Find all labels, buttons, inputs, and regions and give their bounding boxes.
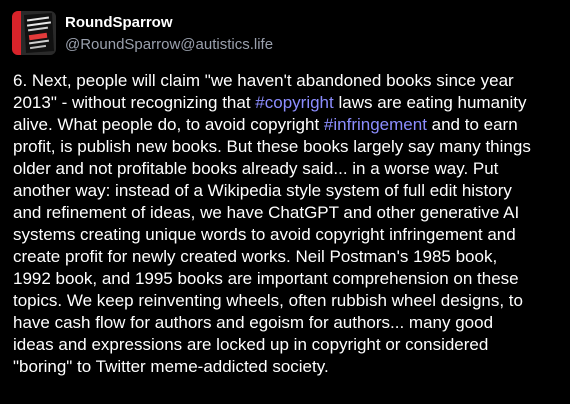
post-text-line: topics. We keep reinventing wheels, ofte… <box>13 290 561 312</box>
book-cover-icon <box>12 11 56 55</box>
post-text-line: profit, is publish new books. But these … <box>13 136 561 158</box>
post-text: older and not profitable books already s… <box>13 159 499 178</box>
post-text: another way: instead of a Wikipedia styl… <box>13 181 512 200</box>
post-text: alive. What people do, to avoid copyrigh… <box>13 115 324 134</box>
post-text-line: 2013" - without recognizing that #copyri… <box>13 92 561 114</box>
post-text: and refinement of ideas, we have ChatGPT… <box>13 203 520 222</box>
post-text: systems creating unique words to avoid c… <box>13 225 516 244</box>
avatar[interactable] <box>12 11 56 55</box>
post-text: and to earn <box>426 115 518 134</box>
post-text: ideas and expressions are locked up in c… <box>13 335 489 354</box>
post-text-line: "boring" to Twitter meme-addicted societ… <box>13 356 561 378</box>
hashtag-link[interactable]: #copyright <box>255 93 333 112</box>
post-text-line: another way: instead of a Wikipedia styl… <box>13 180 561 202</box>
post-text-line: create profit for newly created works. N… <box>13 246 561 268</box>
post-text: create profit for newly created works. N… <box>13 247 498 266</box>
post-text: laws are eating humanity <box>333 93 527 112</box>
post-content: 6. Next, people will claim "we haven't a… <box>13 70 561 378</box>
post-text: have cash flow for authors and egoism fo… <box>13 313 494 332</box>
author-handle[interactable]: @RoundSparrow@autistics.life <box>65 36 273 53</box>
post-text: profit, is publish new books. But these … <box>13 137 531 156</box>
hashtag-link[interactable]: #infringement <box>324 115 427 134</box>
post-text: 2013" - without recognizing that <box>13 93 256 112</box>
post-text-line: 6. Next, people will claim "we haven't a… <box>13 70 561 92</box>
post-text-line: 1992 book, and 1995 books are important … <box>13 268 561 290</box>
post-text-line: alive. What people do, to avoid copyrigh… <box>13 114 561 136</box>
post-text-line: and refinement of ideas, we have ChatGPT… <box>13 202 561 224</box>
post-text: 1992 book, and 1995 books are important … <box>13 269 519 288</box>
author-display-name[interactable]: RoundSparrow <box>65 14 173 31</box>
post-text-line: have cash flow for authors and egoism fo… <box>13 312 561 334</box>
post-text-line: older and not profitable books already s… <box>13 158 561 180</box>
post-text: topics. We keep reinventing wheels, ofte… <box>13 291 523 310</box>
post-text-line: ideas and expressions are locked up in c… <box>13 334 561 356</box>
post-card: RoundSparrow @RoundSparrow@autistics.lif… <box>0 0 570 404</box>
post-text-line: systems creating unique words to avoid c… <box>13 224 561 246</box>
post-text: "boring" to Twitter meme-addicted societ… <box>13 357 329 376</box>
post-text: 6. Next, people will claim "we haven't a… <box>13 71 514 90</box>
